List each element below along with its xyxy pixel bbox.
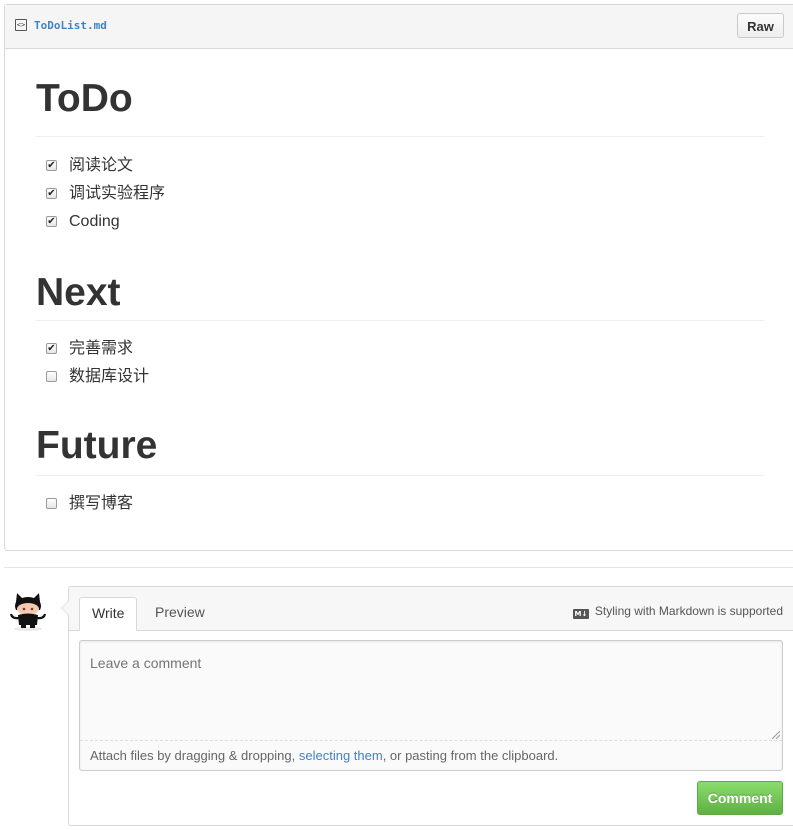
task-item: ✔ 阅读论文 [36,152,764,180]
task-item: ✔ 调试实验程序 [36,180,764,208]
task-label: Coding [69,213,120,230]
task-checkbox[interactable]: ✔ [46,216,57,227]
task-label: 调试实验程序 [69,185,166,202]
task-label: 阅读论文 [69,157,134,174]
comment-textarea-wrap: Attach files by dragging & dropping, sel… [79,640,783,771]
section-divider [4,567,793,568]
section-heading: ToDo [36,49,764,137]
task-checkbox[interactable] [46,371,57,382]
task-label: 撰写博客 [69,495,134,512]
attach-files-bar: Attach files by dragging & dropping, sel… [80,740,782,770]
markdown-icon: M↓ [572,609,589,619]
raw-button[interactable]: Raw [737,13,784,38]
task-item: 数据库设计 [36,363,764,391]
markdown-body: ToDo ✔ 阅读论文 ✔ 调试实验程序 ✔ Coding Next ✔ 完善需… [36,49,764,518]
code-file-icon: <> [15,19,27,31]
attach-text-after: , or pasting from the clipboard. [382,748,559,763]
comment-tabs: Write Preview M↓ Styling with Markdown is… [69,587,793,631]
task-checkbox[interactable]: ✔ [46,343,57,354]
markdown-support-note[interactable]: M↓ Styling with Markdown is supported [572,604,783,619]
task-list: ✔ 阅读论文 ✔ 调试实验程序 ✔ Coding [36,152,764,236]
file-name[interactable]: ToDoList.md [34,19,107,32]
tab-write[interactable]: Write [79,597,138,631]
comment-textarea[interactable] [80,641,782,740]
task-checkbox[interactable]: ✔ [46,160,57,171]
task-label: 完善需求 [69,340,134,357]
octocat-avatar-icon[interactable] [6,588,50,632]
section-heading: Next [36,249,764,321]
resize-handle-icon[interactable] [772,731,780,739]
task-checkbox[interactable] [46,498,57,509]
comment-submit-button[interactable]: Comment [697,781,783,815]
select-files-link[interactable]: selecting them [299,748,383,763]
task-label: 数据库设计 [69,368,150,385]
file-box: <> ToDoList.md Raw ToDo ✔ 阅读论文 ✔ 调试实验程序 … [4,4,793,551]
file-header: <> ToDoList.md Raw [5,5,793,49]
task-item: ✔ Coding [36,208,764,236]
task-list: 撰写博客 [36,490,764,518]
task-item: 撰写博客 [36,490,764,518]
section-heading: Future [36,402,764,476]
tab-preview[interactable]: Preview [143,597,217,630]
task-checkbox[interactable]: ✔ [46,188,57,199]
task-list: ✔ 完善需求 数据库设计 [36,335,764,391]
markdown-support-text: Styling with Markdown is supported [594,604,783,618]
attach-text-before: Attach files by dragging & dropping, [90,748,299,763]
task-item: ✔ 完善需求 [36,335,764,363]
comment-form: Write Preview M↓ Styling with Markdown is… [61,586,793,826]
